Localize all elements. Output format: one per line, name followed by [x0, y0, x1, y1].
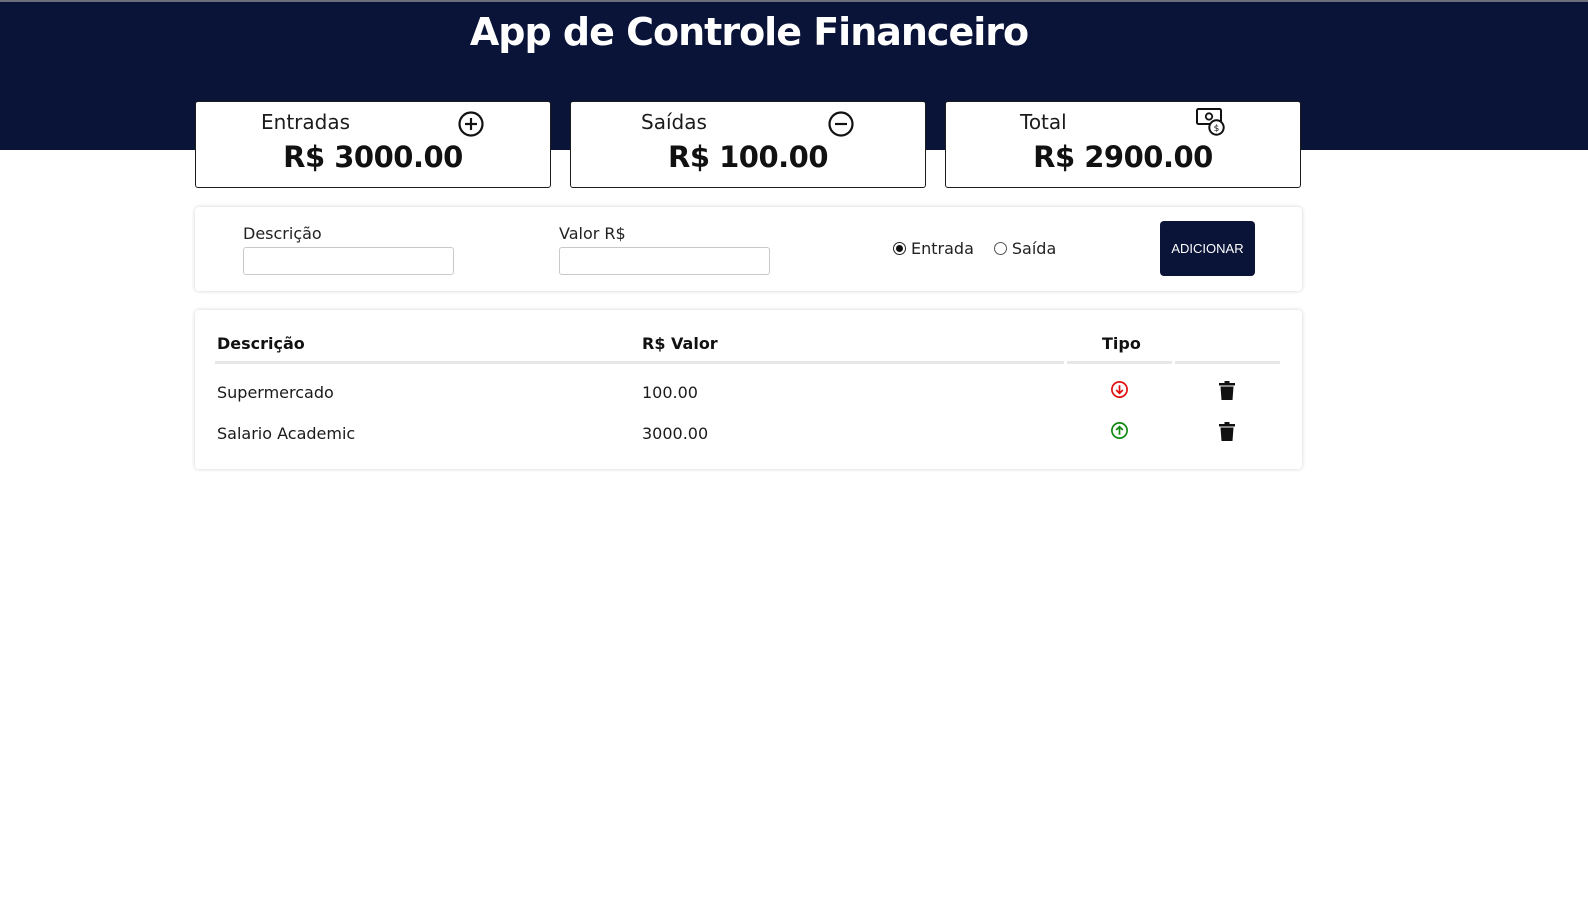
card-entradas-label: Entradas	[261, 110, 351, 134]
card-total-value: R$ 2900.00	[1033, 140, 1213, 174]
svg-text:$: $	[1214, 124, 1220, 134]
card-saidas: Saídas R$ 100.00	[570, 101, 926, 188]
row-1-valor: 100.00	[642, 383, 698, 402]
plus-circle-icon	[458, 111, 484, 137]
header-divider	[1067, 361, 1172, 364]
card-total-label: Total	[1020, 110, 1067, 134]
money-bill-icon: $	[1196, 108, 1225, 136]
card-entradas-value: R$ 3000.00	[283, 140, 463, 174]
valor-label: Valor R$	[559, 224, 626, 243]
transactions-table: Descrição R$ Valor Tipo Supermercado 100…	[195, 310, 1302, 469]
descricao-input[interactable]	[243, 247, 454, 275]
add-button[interactable]: ADICIONAR	[1160, 221, 1255, 276]
trash-icon[interactable]	[1219, 422, 1235, 441]
card-saidas-label: Saídas	[641, 110, 707, 134]
header-divider	[640, 361, 1064, 364]
header-descricao: Descrição	[217, 334, 305, 353]
type-radio-group: Entrada Saída	[893, 239, 1076, 258]
valor-input[interactable]	[559, 247, 770, 275]
radio-saida-label[interactable]: Saída	[1012, 239, 1056, 258]
descricao-label: Descrição	[243, 224, 322, 243]
trash-icon[interactable]	[1219, 381, 1235, 400]
card-total: Total $ R$ 2900.00	[945, 101, 1301, 188]
arrow-down-circle-icon	[1111, 381, 1128, 398]
radio-saida[interactable]	[993, 242, 1007, 255]
card-saidas-value: R$ 100.00	[667, 140, 829, 174]
header-valor: R$ Valor	[642, 334, 718, 353]
transaction-form: Descrição Valor R$ Entrada Saída ADICION…	[195, 207, 1302, 291]
radio-entrada-label[interactable]: Entrada	[911, 239, 974, 258]
row-2-valor: 3000.00	[642, 424, 709, 443]
minus-circle-icon	[828, 111, 854, 137]
header-divider	[215, 361, 640, 364]
arrow-up-circle-icon	[1111, 422, 1128, 439]
header-tipo: Tipo	[1102, 334, 1141, 353]
card-entradas: Entradas R$ 3000.00	[195, 101, 551, 188]
header-divider	[1175, 361, 1280, 364]
row-1-descricao: Supermercado	[217, 383, 334, 402]
app-title: App de Controle Financeiro	[469, 10, 1029, 54]
row-2-descricao: Salario Academic	[217, 424, 356, 443]
radio-entrada[interactable]	[893, 242, 906, 255]
